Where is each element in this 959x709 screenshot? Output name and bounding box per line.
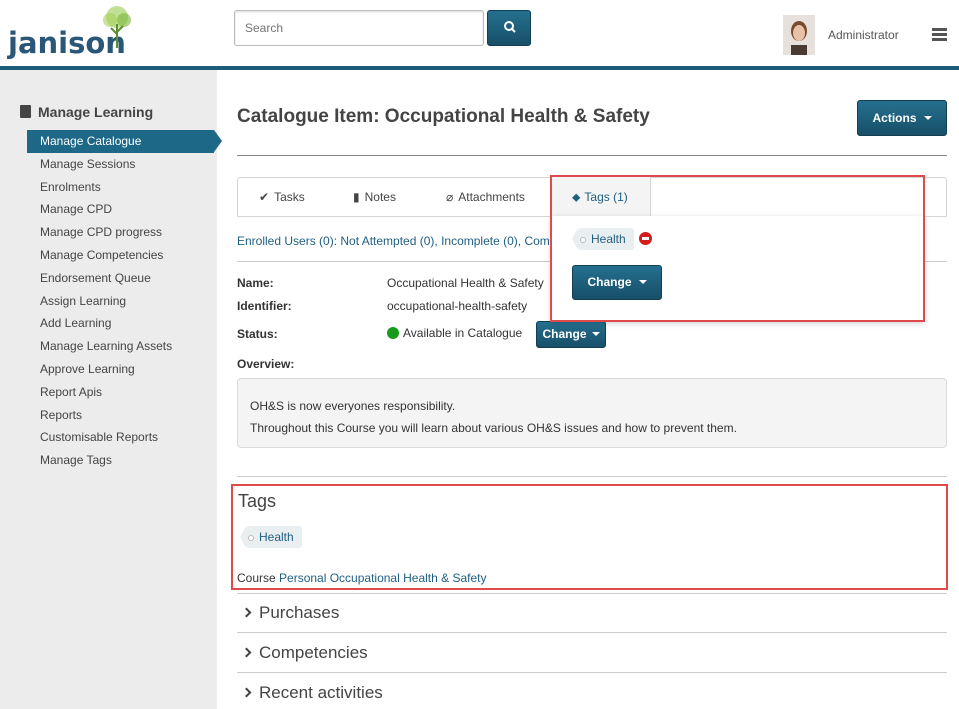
sidebar-item-reports[interactable]: Reports bbox=[27, 404, 222, 427]
enrolled-users-link[interactable]: Enrolled Users (0): Not Attempted (0), I… bbox=[237, 234, 554, 248]
actions-button[interactable]: Actions bbox=[857, 100, 947, 136]
sidebar-item-add-learning[interactable]: Add Learning bbox=[27, 312, 222, 335]
sidebar-item-manage-competencies[interactable]: Manage Competencies bbox=[27, 244, 222, 267]
tags-section-title: Tags bbox=[238, 491, 277, 511]
caret-down-icon bbox=[923, 116, 932, 120]
caret-down-icon bbox=[591, 332, 600, 336]
sidebar-heading: Manage Learning bbox=[20, 104, 153, 120]
status-value: Available in Catalogue bbox=[387, 326, 522, 340]
status-label: Status: bbox=[237, 327, 278, 341]
sidebar-item-approve-learning[interactable]: Approve Learning bbox=[27, 358, 222, 381]
tag-chip-health[interactable]: Health bbox=[240, 526, 302, 548]
sidebar-item-manage-sessions[interactable]: Manage Sessions bbox=[27, 153, 222, 176]
search-button[interactable] bbox=[487, 10, 531, 46]
check-icon: ✔ bbox=[259, 190, 270, 204]
section-divider bbox=[237, 672, 947, 673]
section-competencies[interactable]: Competencies bbox=[241, 643, 368, 663]
tags-change-button[interactable]: Change bbox=[572, 265, 662, 300]
book-icon bbox=[20, 105, 31, 118]
name-value: Occupational Health & Safety bbox=[387, 276, 544, 290]
sidebar-item-assign-learning[interactable]: Assign Learning bbox=[27, 290, 222, 313]
section-divider bbox=[237, 632, 947, 633]
course-line: Course Personal Occupational Health & Sa… bbox=[237, 571, 487, 585]
chevron-right-icon bbox=[241, 607, 252, 618]
file-icon: ▮ bbox=[353, 190, 360, 204]
page-title: Catalogue Item: Occupational Health & Sa… bbox=[237, 106, 650, 127]
tags-popover: Health Change bbox=[551, 216, 924, 321]
search-icon bbox=[504, 21, 516, 33]
chevron-right-icon bbox=[241, 647, 252, 658]
identifier-label: Identifier: bbox=[237, 299, 292, 313]
sidebar-item-manage-tags[interactable]: Manage Tags bbox=[27, 449, 222, 472]
tab-tasks[interactable]: ✔ Tasks bbox=[259, 190, 305, 204]
app-header: janison Administrator bbox=[0, 0, 959, 66]
chevron-right-icon bbox=[241, 687, 252, 698]
user-name[interactable]: Administrator bbox=[828, 28, 899, 42]
paperclip-icon: ⌀ bbox=[446, 190, 454, 204]
identifier-value: occupational-health-safety bbox=[387, 299, 528, 313]
sidebar-item-manage-learning-assets[interactable]: Manage Learning Assets bbox=[27, 335, 222, 358]
sidebar-item-manage-catalogue[interactable]: Manage Catalogue bbox=[27, 130, 222, 153]
tags-divider bbox=[237, 476, 947, 477]
sidebar-item-manage-cpd-progress[interactable]: Manage CPD progress bbox=[27, 221, 222, 244]
status-available-icon bbox=[387, 327, 399, 339]
sidebar-item-manage-cpd[interactable]: Manage CPD bbox=[27, 198, 222, 221]
tab-notes[interactable]: ▮ Notes bbox=[353, 190, 396, 204]
sidebar-item-endorsement-queue[interactable]: Endorsement Queue bbox=[27, 267, 222, 290]
tab-tags[interactable]: ⬥ Tags (1) bbox=[551, 177, 651, 217]
hamburger-menu-icon[interactable] bbox=[932, 28, 947, 42]
caret-down-icon bbox=[638, 280, 647, 284]
course-link[interactable]: Personal Occupational Health & Safety bbox=[279, 571, 486, 585]
status-change-button[interactable]: Change bbox=[536, 321, 606, 348]
section-divider bbox=[237, 593, 947, 594]
tree-logo-icon bbox=[103, 6, 131, 48]
section-recent-activities[interactable]: Recent activities bbox=[241, 683, 383, 703]
overview-label: Overview: bbox=[237, 357, 295, 371]
section-purchases[interactable]: Purchases bbox=[241, 603, 339, 623]
name-label: Name: bbox=[237, 276, 274, 290]
tab-attachments[interactable]: ⌀ Attachments bbox=[446, 190, 525, 204]
overview-line: OH&S is now everyones responsibility. bbox=[250, 399, 456, 413]
sidebar-item-report-apis[interactable]: Report Apis bbox=[27, 381, 222, 404]
remove-tag-icon[interactable] bbox=[639, 232, 652, 245]
avatar[interactable] bbox=[783, 15, 815, 55]
sidebar-item-enrolments[interactable]: Enrolments bbox=[27, 176, 222, 199]
overview-box: OH&S is now everyones responsibility. Th… bbox=[237, 378, 947, 448]
tag-chip-health[interactable]: Health bbox=[572, 228, 634, 250]
sidebar-item-customisable-reports[interactable]: Customisable Reports bbox=[27, 426, 222, 449]
search-input[interactable] bbox=[234, 10, 484, 46]
sidebar: Manage Learning Manage Catalogue Manage … bbox=[0, 70, 222, 709]
overview-line: Throughout this Course you will learn ab… bbox=[250, 421, 737, 435]
tag-icon: ⬥ bbox=[572, 190, 581, 204]
title-divider bbox=[237, 155, 947, 156]
sidebar-nav: Manage Catalogue Manage Sessions Enrolme… bbox=[27, 130, 222, 472]
